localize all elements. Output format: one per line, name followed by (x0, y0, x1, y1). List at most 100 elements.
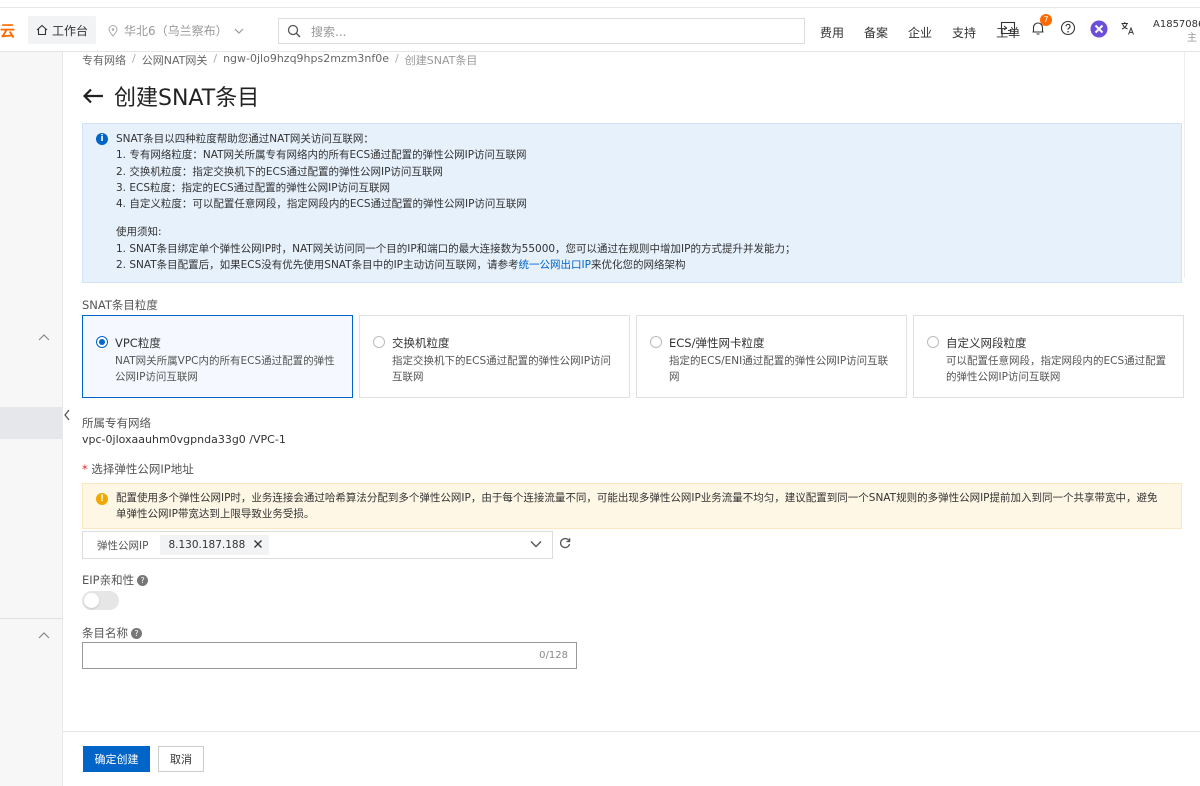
option-vswitch[interactable]: 交换机粒度 指定交换机下的ECS通过配置的弹性公网IP访问互联网 (359, 315, 630, 398)
search-icon (287, 24, 301, 38)
home-icon (36, 24, 48, 36)
option-desc: 指定交换机下的ECS通过配置的弹性公网IP访问互联网 (392, 355, 612, 383)
affinity-label: EIP亲和性 (82, 573, 135, 587)
info-item: 1. 专有网络粒度：NAT网关所属专有网络内的所有ECS通过配置的弹性公网IP访… (116, 149, 527, 162)
entry-name-label: 条目名称 (82, 626, 128, 640)
account-menu[interactable]: A18570867 主 (1153, 18, 1200, 46)
radio-custom-cidr[interactable] (927, 336, 939, 348)
workbench-label: 工作台 (52, 23, 89, 38)
help-icon[interactable]: ? (137, 575, 149, 586)
eip-tag-value: 8.130.187.188 (168, 539, 246, 551)
chevron-down-icon[interactable] (530, 538, 542, 551)
search-placeholder: 搜索... (311, 24, 347, 39)
option-desc: 可以配置任意网段，指定网段内的ECS通过配置的弹性公网IP访问互联网 (946, 355, 1167, 383)
vpc-label: 所属专有网络 (82, 416, 151, 430)
page-title: 创建SNAT条目 (114, 86, 260, 111)
eip-label: 选择弹性公网IP地址 (91, 462, 194, 476)
global-search[interactable]: 搜索... (278, 18, 805, 44)
info-item: 3. ECS粒度：指定的ECS通过配置的弹性公网IP访问互联网 (116, 181, 391, 194)
option-ecs-eni[interactable]: ECS/弹性网卡粒度 指定的ECS/ENI通过配置的弹性公网IP访问互联网 (636, 315, 907, 398)
footer-bar: 确定创建 取消 (63, 731, 1200, 786)
chevron-down-icon (234, 28, 244, 34)
confirm-create-button[interactable]: 确定创建 (83, 746, 150, 772)
help-circle-icon[interactable] (1060, 20, 1076, 36)
option-title: VPC粒度 (115, 336, 161, 350)
location-icon (108, 24, 118, 37)
info-item: 2. 交换机粒度：指定交换机下的ECS通过配置的弹性公网IP访问互联网 (116, 165, 443, 178)
vpc-value: vpc-0jloxaauhm0vgpnda33g0 /VPC-1 (82, 433, 286, 446)
char-counter: 0/128 (539, 650, 568, 661)
sidebar-selected-item[interactable] (0, 407, 63, 439)
unified-egress-ip-link[interactable]: 统一公网出口IP (519, 259, 591, 271)
warning-icon: ! (96, 493, 108, 505)
sidebar-collapse-icon[interactable] (63, 408, 75, 430)
top-icons: 7 (1000, 14, 1136, 38)
aliyun-logo[interactable]: 云 (0, 20, 15, 41)
cancel-button[interactable]: 取消 (158, 746, 204, 772)
breadcrumb: 专有网络 / 公网NAT网关 / ngw-0jlo9hzq9hps2mzm3nf… (82, 52, 478, 68)
nav-enterprise[interactable]: 企业 (908, 24, 932, 41)
region-selector[interactable]: 华北6（乌兰察布） (108, 22, 244, 39)
sidebar-divider (0, 618, 63, 619)
entry-name-input[interactable]: 0/128 (82, 642, 577, 669)
radio-vswitch[interactable] (373, 336, 385, 348)
chevron-up-icon[interactable] (38, 628, 50, 642)
top-nav: 费用 备案 企业 支持 工单 (820, 24, 1020, 41)
note2-suffix: 来优化您的网络架构 (590, 259, 686, 272)
left-sidebar (0, 52, 63, 786)
warning-text: 配置使用多个弹性公网IP时，业务连接会通过哈希算法分配到多个弹性公网IP，由于每… (116, 492, 1158, 520)
radio-ecs-eni[interactable] (650, 336, 662, 348)
nav-icp[interactable]: 备案 (864, 24, 888, 41)
account-id: A18570867 (1153, 19, 1200, 30)
affinity-label-row: EIP亲和性? (82, 572, 149, 588)
back-arrow-icon[interactable] (82, 82, 104, 110)
workbench-button[interactable]: 工作台 (28, 16, 97, 44)
info-heading: SNAT条目以四种粒度帮助您通过NAT网关访问互联网： (116, 133, 374, 145)
refresh-icon[interactable] (559, 537, 571, 553)
notes-heading: 使用须知: (116, 226, 162, 239)
eip-select-prefix: 弹性公网IP (97, 539, 149, 552)
help-icon[interactable]: ? (131, 628, 142, 639)
eip-tag: 8.130.187.188 (160, 535, 270, 555)
breadcrumb-gateway[interactable]: ngw-0jlo9hzq9hps2mzm3nf0e (223, 52, 389, 68)
account-role: 主 (1187, 33, 1197, 44)
nav-billing[interactable]: 费用 (820, 24, 844, 41)
granularity-options: VPC粒度 NAT网关所属VPC内的所有ECS通过配置的弹性公网IP访问互联网 … (82, 315, 1184, 398)
console-topbar: 云 工作台 华北6（乌兰察布） 搜索... 费用 备案 企业 支持 工单 7 A… (0, 8, 1200, 52)
nav-support[interactable]: 支持 (952, 24, 976, 41)
bell-icon[interactable]: 7 (1030, 14, 1052, 36)
granularity-label: SNAT条目粒度 (82, 298, 158, 312)
radio-vpc[interactable] (96, 336, 108, 348)
right-edge-divider (1184, 52, 1185, 278)
breadcrumb-nat[interactable]: 公网NAT网关 (142, 52, 208, 68)
eip-label-row: * 选择弹性公网IP地址 (82, 461, 194, 477)
info-alert: i SNAT条目以四种粒度帮助您通过NAT网关访问互联网： 1. 专有网络粒度：… (82, 123, 1182, 283)
terminal-icon[interactable] (1000, 20, 1016, 36)
info-icon: i (96, 133, 108, 145)
option-desc: NAT网关所属VPC内的所有ECS通过配置的弹性公网IP访问互联网 (115, 355, 335, 383)
close-icon[interactable] (253, 538, 263, 552)
affinity-toggle[interactable] (82, 591, 119, 610)
info-item: 4. 自定义粒度：可以配置任意网段，指定网段内的ECS通过配置的弹性公网IP访问… (116, 198, 527, 211)
eip-select[interactable]: 弹性公网IP 8.130.187.188 (82, 531, 553, 559)
breadcrumb-vpc[interactable]: 专有网络 (82, 52, 126, 68)
language-icon[interactable] (1120, 20, 1136, 36)
required-mark: * (82, 462, 92, 476)
chevron-up-icon[interactable] (38, 330, 50, 344)
entry-name-label-row: 条目名称? (82, 625, 142, 641)
option-title: ECS/弹性网卡粒度 (669, 336, 765, 350)
option-vpc[interactable]: VPC粒度 NAT网关所属VPC内的所有ECS通过配置的弹性公网IP访问互联网 (82, 315, 353, 398)
browser-chrome-strip (0, 0, 1200, 8)
note-item: 1. SNAT条目绑定单个弹性公网IP时，NAT网关访问同一个目的IP和端口的最… (116, 242, 796, 255)
ai-assistant-icon[interactable] (1090, 20, 1108, 38)
breadcrumb-current: 创建SNAT条目 (404, 54, 478, 67)
option-title: 交换机粒度 (392, 336, 450, 350)
page-title-row: 创建SNAT条目 (82, 80, 259, 112)
note-item: 2. SNAT条目配置后，如果ECS没有优先使用SNAT条目中的IP主动访问互联… (116, 257, 795, 273)
region-label: 华北6（乌兰察布） (124, 24, 228, 38)
option-desc: 指定的ECS/ENI通过配置的弹性公网IP访问互联网 (669, 355, 889, 383)
note2-prefix: 2. SNAT条目配置后，如果ECS没有优先使用SNAT条目中的IP主动访问互联… (116, 259, 519, 272)
option-custom-cidr[interactable]: 自定义网段粒度 可以配置任意网段，指定网段内的ECS通过配置的弹性公网IP访问互… (913, 315, 1184, 398)
notification-badge: 7 (1040, 14, 1052, 26)
warning-alert: ! 配置使用多个弹性公网IP时，业务连接会通过哈希算法分配到多个弹性公网IP，由… (82, 483, 1182, 529)
